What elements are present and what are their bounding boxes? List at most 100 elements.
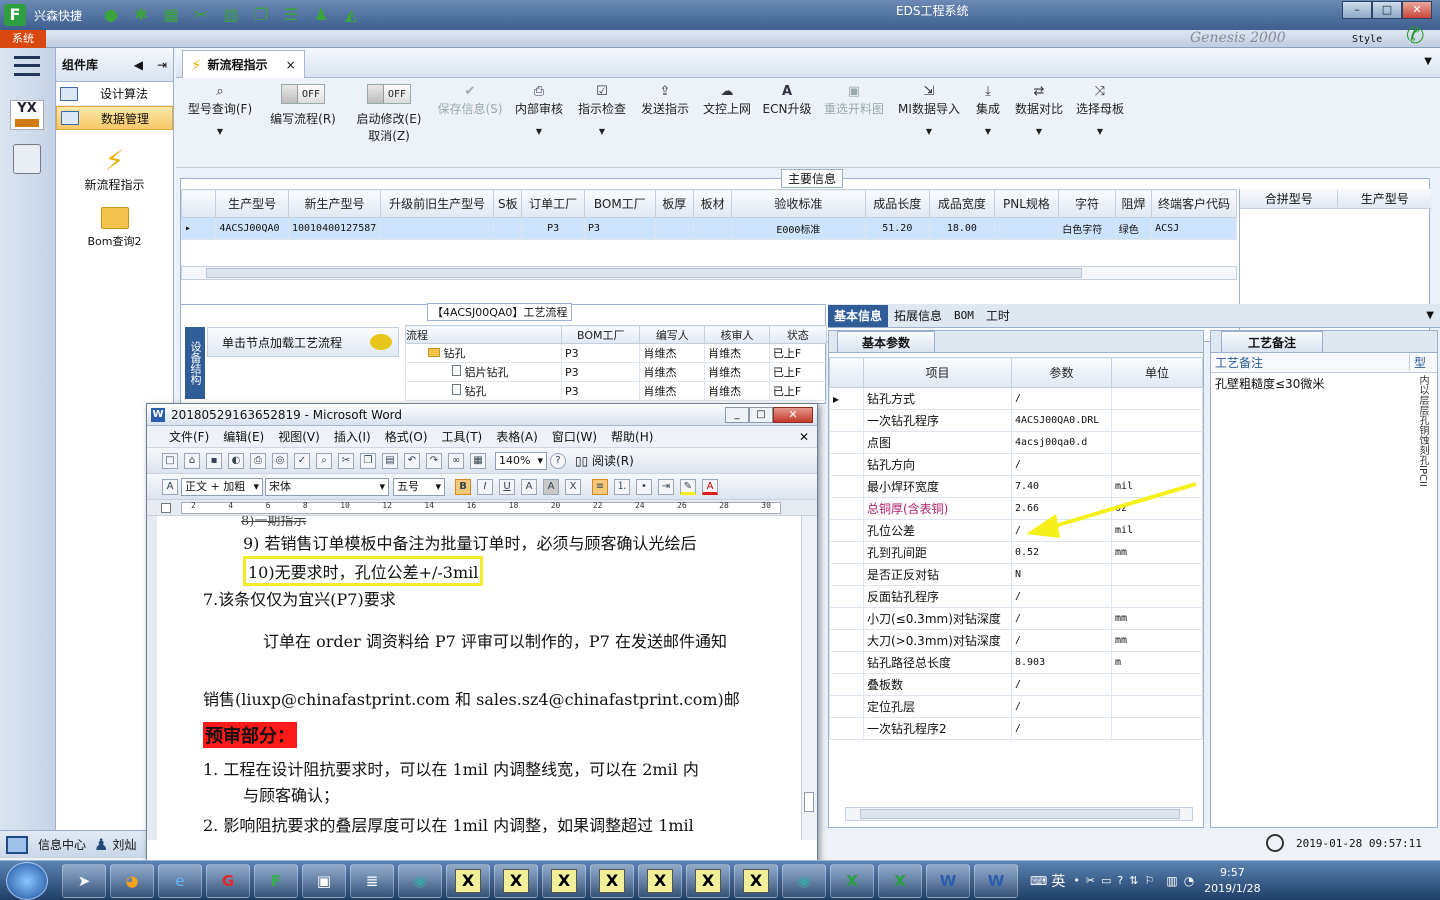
column-header[interactable]: 单位 xyxy=(1111,357,1203,388)
indent-icon[interactable]: ⇥ xyxy=(658,478,674,495)
gear-icon[interactable]: ✱ xyxy=(130,5,152,25)
param-item[interactable]: 点图 xyxy=(863,431,1012,454)
param-item[interactable]: 叠板数 xyxy=(863,673,1012,696)
param-value[interactable]: 4acsj00qa0.d xyxy=(1011,431,1112,454)
column-header[interactable]: 合拼型号 xyxy=(1240,190,1337,207)
cell[interactable]: P3 xyxy=(521,217,585,240)
column-header[interactable]: 升级前旧生产型号 xyxy=(380,189,495,218)
column-header[interactable]: 阻焊 xyxy=(1114,189,1153,218)
table-row[interactable]: 钻孔方向 / xyxy=(829,453,1203,476)
column-header[interactable]: 订单工厂 xyxy=(521,189,585,218)
word-document[interactable]: 8)一期指示 9) 若销售订单模板中备注为批量订单时，必须与顾客确认光绘后 10… xyxy=(147,516,817,840)
save-taskbar-icon[interactable]: ▣ xyxy=(302,863,346,898)
vertical-scrollbar[interactable] xyxy=(801,516,817,840)
justify-icon[interactable]: ≡ xyxy=(592,478,608,495)
hyperlink-icon[interactable]: ∞ xyxy=(448,452,464,469)
toggle-switch[interactable]: OFF xyxy=(281,84,325,104)
windows-tiles-icon[interactable] xyxy=(6,835,28,854)
word-close-button[interactable]: ✕ xyxy=(773,406,813,423)
word-taskbar-icon-2[interactable]: W xyxy=(974,863,1018,898)
param-item[interactable]: 是否正反对钻 xyxy=(863,563,1012,586)
side-tab-equipment[interactable]: 设备结构 xyxy=(185,327,205,399)
underline-icon[interactable]: U xyxy=(499,478,515,495)
column-header[interactable]: 状态 xyxy=(768,325,828,344)
table-row[interactable]: 叠板数 / xyxy=(829,673,1203,696)
cell[interactable]: 绿色 xyxy=(1114,217,1153,240)
word-menu-tools[interactable]: 工具(T) xyxy=(442,428,483,445)
copy-icon[interactable]: ❐ xyxy=(250,5,272,25)
param-unit[interactable] xyxy=(1111,673,1203,696)
research-icon[interactable]: ⌕ xyxy=(316,452,332,469)
ie-taskbar-icon[interactable]: e xyxy=(158,863,202,898)
table-row[interactable]: 大刀(>0.3mm)对钻深度 / mm xyxy=(829,629,1203,652)
permission-icon[interactable]: ◐ xyxy=(228,452,244,469)
column-header[interactable]: 板厚 xyxy=(654,189,694,218)
column-header[interactable]: S板 xyxy=(493,189,523,218)
g-taskbar-icon[interactable]: G xyxy=(206,863,250,898)
paste-icon[interactable]: ▤ xyxy=(382,452,398,469)
param-value[interactable]: / xyxy=(1011,629,1112,652)
param-item[interactable]: 定位孔层 xyxy=(863,695,1012,718)
zoom-select[interactable]: 140% ▾ xyxy=(495,451,547,470)
table-row[interactable]: 一次钻孔程序 4ACSJ00QA0.DRL xyxy=(829,409,1203,432)
feishu-taskbar-icon[interactable]: ➤ xyxy=(62,863,106,898)
word-menu-insert[interactable]: 插入(I) xyxy=(334,428,371,445)
highlight-icon[interactable]: ✎ xyxy=(680,478,696,495)
language-indicator[interactable]: 英 xyxy=(1051,871,1065,891)
param-unit[interactable] xyxy=(1111,387,1203,410)
cell[interactable]: 4ACSJ00QA0 xyxy=(215,217,289,240)
user-icon[interactable]: ♟ xyxy=(310,5,332,25)
table-row[interactable]: 定位孔层 / xyxy=(829,695,1203,718)
tab-basic-info[interactable]: 基本信息 xyxy=(828,304,889,327)
open-icon[interactable]: ⌂ xyxy=(184,452,200,469)
param-value[interactable]: / xyxy=(1011,717,1112,740)
param-value[interactable]: 4ACSJ00QA0.DRL xyxy=(1011,409,1112,432)
component-item-data-management[interactable]: 数据管理 xyxy=(56,106,173,130)
start-button[interactable] xyxy=(6,861,48,900)
italic-icon[interactable]: I xyxy=(477,478,493,495)
x-window-taskbar-6[interactable]: X xyxy=(686,863,730,898)
param-unit[interactable] xyxy=(1111,453,1203,476)
new-doc-icon[interactable]: □ xyxy=(162,452,178,469)
data-compare-button[interactable]: ⇄ 数据对比 ▼ xyxy=(1010,82,1068,156)
excel-taskbar-icon-2[interactable]: X xyxy=(878,863,922,898)
table-row[interactable]: 点图 4acsj00qa0.d xyxy=(829,431,1203,454)
param-item[interactable]: 反面钻孔程序 xyxy=(863,585,1012,608)
clock-date[interactable]: 2019/1/28 xyxy=(1204,881,1260,897)
cell[interactable]: E000标准 xyxy=(731,217,866,240)
cell[interactable]: 51.20 xyxy=(864,217,931,240)
column-header[interactable]: PNL规格 xyxy=(993,189,1060,218)
integrate-button[interactable]: ⤓ 集成 ▼ xyxy=(966,82,1010,156)
font-size-select[interactable]: 五号 ▾ xyxy=(393,477,445,496)
tile-bom-query[interactable]: Bom查询2 xyxy=(56,207,173,249)
x-window-taskbar-3[interactable]: X xyxy=(542,863,586,898)
column-header[interactable]: 成品长度 xyxy=(864,189,931,218)
param-unit[interactable]: mm xyxy=(1111,629,1203,652)
table-row[interactable]: 钻孔 P3 肖维杰 肖维杰 已上F xyxy=(405,381,828,401)
param-value[interactable]: / xyxy=(1011,673,1112,696)
table-row[interactable]: 反面钻孔程序 / xyxy=(829,585,1203,608)
spellcheck-icon[interactable]: ✓ xyxy=(294,452,310,469)
help-icon[interactable]: ? xyxy=(550,452,566,469)
cell[interactable]: ACSJ xyxy=(1151,217,1237,240)
param-item[interactable]: 孔位公差 xyxy=(863,519,1012,542)
param-value[interactable]: / xyxy=(1011,387,1112,410)
tile-new-flow[interactable]: ⚡ 新流程指示 xyxy=(56,146,173,193)
table-row[interactable]: 铝片钻孔 P3 肖维杰 肖维杰 已上F xyxy=(405,362,828,382)
chart-icon[interactable]: ◭ xyxy=(340,5,362,25)
process-notes-tab[interactable]: 工艺备注 xyxy=(1221,330,1324,353)
toggle-switch[interactable]: OFF xyxy=(367,84,411,104)
send-instruction-button[interactable]: ⇪ 发送指示 xyxy=(634,82,696,156)
volume-icon[interactable]: ◔ xyxy=(1184,874,1194,888)
param-unit[interactable]: m xyxy=(1111,651,1203,674)
internal-review-button[interactable]: ⎙ 内部审核 ▼ xyxy=(508,82,570,156)
table-row[interactable]: 是否正反对钻 N xyxy=(829,563,1203,586)
print-preview-icon[interactable]: ◎ xyxy=(272,452,288,469)
tab-extended-info[interactable]: 拓展信息 xyxy=(888,305,948,327)
horizontal-scrollbar[interactable] xyxy=(845,807,1193,821)
column-header[interactable]: 生产型号 xyxy=(1337,190,1431,207)
param-unit[interactable] xyxy=(1111,585,1203,608)
cell[interactable]: 10010400127587 xyxy=(287,217,382,240)
network-icon[interactable]: ▥ xyxy=(1166,874,1177,888)
column-header[interactable]: 字符 xyxy=(1058,189,1116,218)
